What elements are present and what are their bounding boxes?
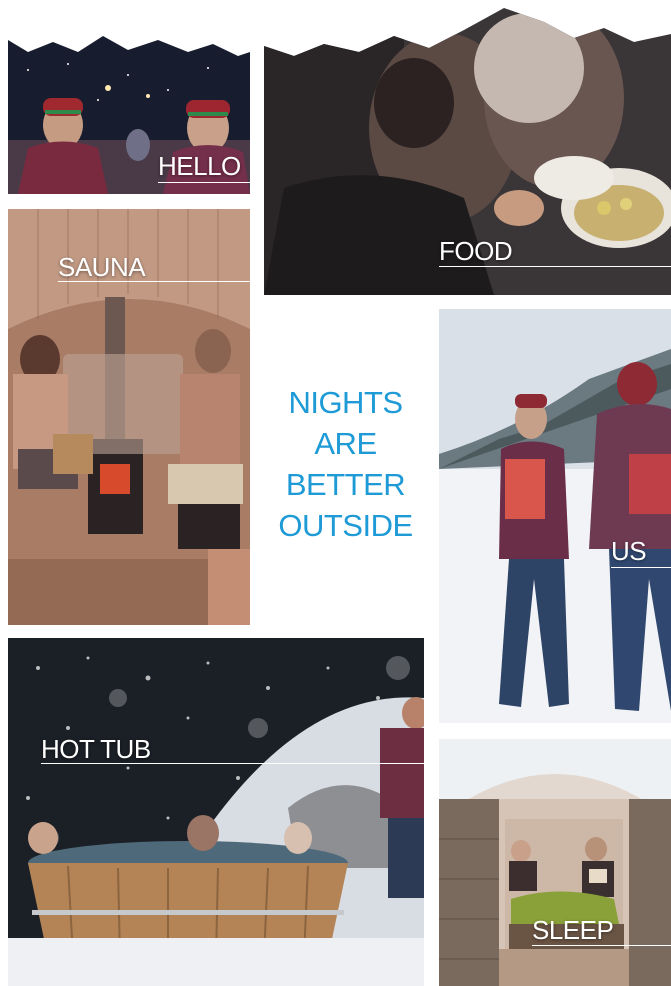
us-photo-tile[interactable]: US [439, 309, 671, 723]
sleep-photo-tile[interactable]: SLEEP [439, 739, 671, 986]
hot-tub-photo-tile[interactable]: HOT TUB [8, 638, 424, 986]
food-label: FOOD [439, 236, 513, 266]
hello-underline [158, 182, 250, 183]
us-photo [439, 309, 671, 723]
sleep-photo [439, 739, 671, 986]
hot-tub-underline [41, 763, 424, 764]
tagline-line-3: BETTER [285, 467, 406, 502]
tagline: NIGHTS ARE BETTER OUTSIDE [268, 382, 423, 546]
sauna-photo-tile[interactable]: SAUNA [8, 209, 250, 625]
sauna-label: SAUNA [58, 252, 146, 282]
hello-photo-tile[interactable]: HELLO [8, 30, 250, 194]
hot-tub-label: HOT TUB [41, 734, 151, 764]
us-label: US [611, 536, 647, 566]
sleep-label: SLEEP [532, 915, 614, 945]
food-photo-tile[interactable]: FOOD [264, 8, 671, 295]
tagline-line-4: OUTSIDE [278, 508, 413, 543]
sleep-underline [532, 945, 671, 946]
us-underline [611, 567, 671, 568]
food-underline [439, 266, 671, 267]
tagline-line-2: ARE [314, 426, 377, 461]
sauna-underline [58, 281, 250, 282]
tagline-line-1: NIGHTS [288, 385, 403, 420]
hello-label: HELLO [158, 151, 241, 181]
hot-tub-photo [8, 638, 424, 986]
